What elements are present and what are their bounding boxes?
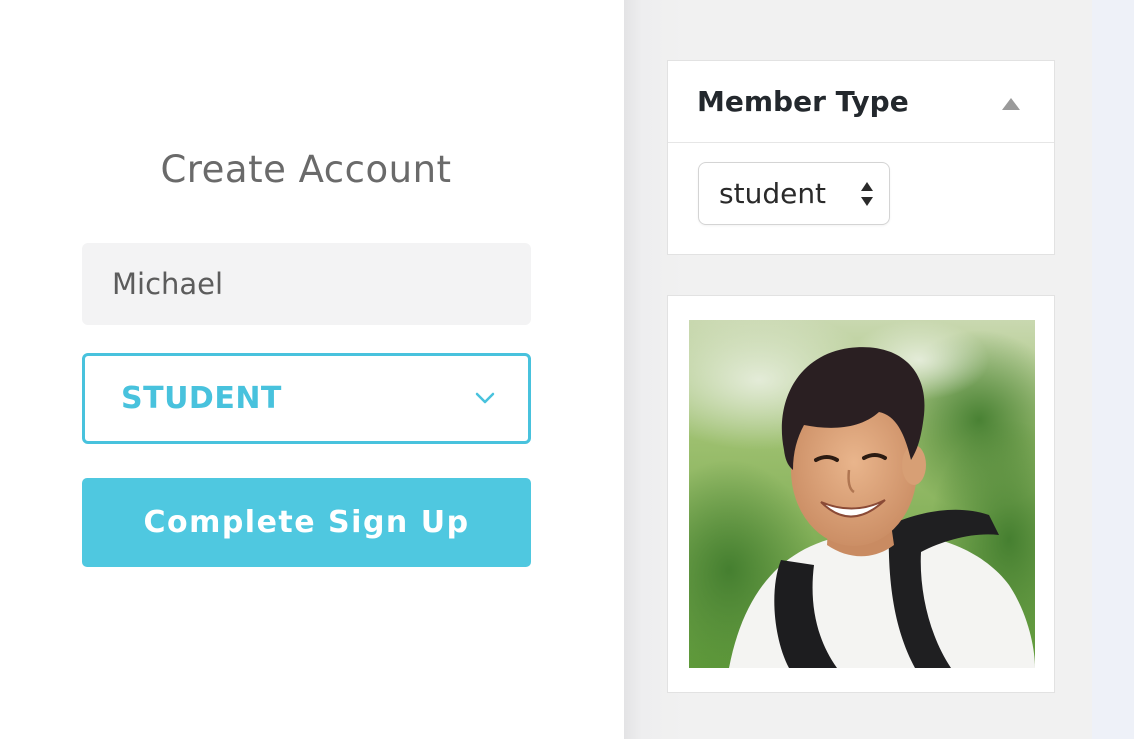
admin-panel-edge [1092, 0, 1134, 739]
signup-panel: Create Account Michael STUDENT Complete … [0, 0, 624, 739]
name-field-value: Michael [112, 267, 224, 301]
updown-arrows-icon [861, 182, 873, 206]
member-type-select[interactable]: student [698, 162, 890, 225]
name-field[interactable]: Michael [82, 243, 531, 325]
chevron-down-icon [475, 392, 495, 404]
profile-photo [689, 320, 1035, 668]
triangle-up-icon[interactable] [1002, 98, 1020, 110]
complete-signup-button[interactable]: Complete Sign Up [82, 478, 531, 567]
profile-photo-image [689, 320, 1035, 668]
member-type-title: Member Type [697, 85, 909, 118]
role-select[interactable]: STUDENT [82, 353, 531, 444]
profile-photo-box [667, 295, 1055, 693]
member-type-header[interactable]: Member Type [668, 61, 1054, 143]
role-select-value: STUDENT [121, 381, 282, 416]
page-title: Create Account [160, 148, 452, 191]
member-type-box: Member Type student [667, 60, 1055, 255]
member-type-select-value: student [719, 177, 827, 210]
